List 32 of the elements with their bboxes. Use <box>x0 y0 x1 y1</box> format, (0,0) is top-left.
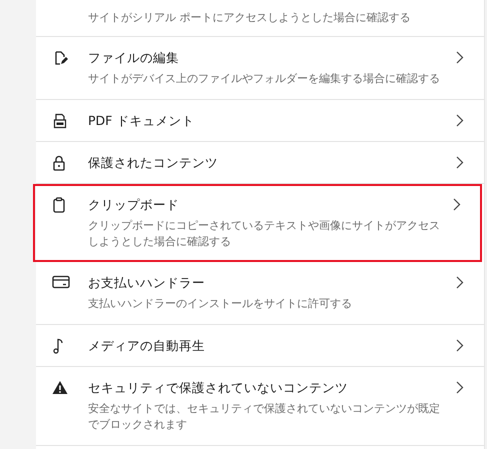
settings-item[interactable]: サイトがシリアル ポートにアクセスしようとした場合に確認する <box>36 0 484 37</box>
chevron-right-icon <box>456 381 464 394</box>
chevron-right-icon <box>456 51 464 64</box>
item-title: 保護されたコンテンツ <box>88 154 219 171</box>
chevron-right-icon <box>456 114 464 127</box>
settings-item[interactable]: クリップボード クリップボードにコピーされているテキストや画像にサイトがアクセスしようとした場合に確認する <box>33 184 482 262</box>
item-title: クリップボード <box>88 196 180 213</box>
settings-item[interactable]: お支払いハンドラー 支払いハンドラーのインストールをサイトに許可する <box>36 262 484 325</box>
pdf-file-icon <box>52 113 68 129</box>
chevron-right-icon <box>456 156 464 169</box>
item-description: 安全なサイトでは、セキュリティで保護されていないコンテンツが既定でブロックされます <box>88 401 440 433</box>
settings-item[interactable]: 保護されたコンテンツ <box>36 142 484 184</box>
item-title: メディアの自動再生 <box>88 337 206 354</box>
item-title: ファイルの編集 <box>88 49 180 66</box>
chevron-right-icon <box>456 339 464 352</box>
item-title: お支払いハンドラー <box>88 274 206 291</box>
item-title: PDF ドキュメント <box>88 112 196 129</box>
item-description: サイトがシリアル ポートにアクセスしようとした場合に確認する <box>88 10 412 26</box>
chevron-right-icon <box>453 198 461 211</box>
settings-item[interactable]: メディアの自動再生 <box>36 325 484 367</box>
chevron-right-icon <box>456 276 464 289</box>
settings-item[interactable]: PDF ドキュメント <box>36 100 484 142</box>
card-icon <box>52 275 70 289</box>
item-description: クリップボードにコピーされているテキストや画像にサイトがアクセスしようとした場合に確認する <box>88 218 440 250</box>
warning-icon <box>52 380 68 395</box>
item-description: 支払いハンドラーのインストールをサイトに許可する <box>88 296 353 312</box>
item-title: セキュリティで保護されていないコンテンツ <box>88 379 349 396</box>
settings-item[interactable]: セキュリティで保護されていないコンテンツ 安全なサイトでは、セキュリティで保護されていないコンテンツが既定でブロックされます <box>36 367 484 446</box>
settings-item[interactable]: ファイルの編集 サイトがデバイス上のファイルやフォルダーを編集する場合に確認する <box>36 37 484 100</box>
clipboard-icon <box>52 197 66 213</box>
lock-icon <box>52 155 66 171</box>
item-description: サイトがデバイス上のファイルやフォルダーを編集する場合に確認する <box>88 71 440 87</box>
